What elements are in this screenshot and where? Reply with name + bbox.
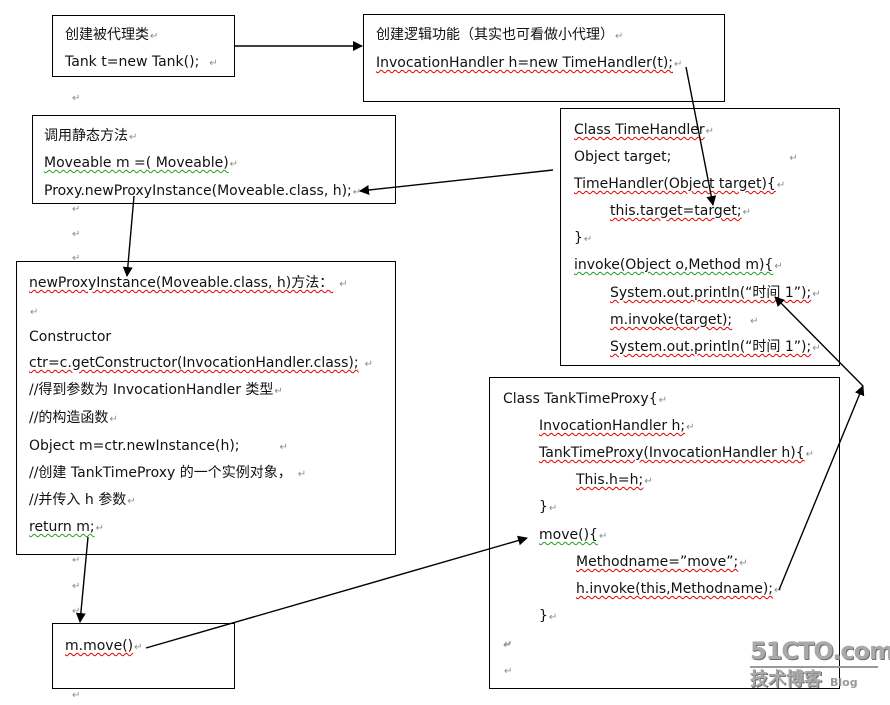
paragraph-mark: ↵ [503, 640, 512, 651]
paragraph-mark: ↵ [72, 555, 81, 566]
call-move-box: m.move()↵ [52, 623, 235, 689]
comment-line: //得到参数为 InvocationHandler 类型↵ [29, 382, 283, 398]
code-line: Constructor [29, 329, 112, 345]
code-line: System.out.println(“时间 1”);↵ [610, 339, 821, 355]
code-line: TankTimeProxy(InvocationHandler h){↵ [539, 445, 815, 461]
box-heading: 调用静态方法↵ [44, 128, 138, 144]
code-line: ctr=c.getConstructor(InvocationHandler.c… [29, 355, 373, 371]
code-line: h.invoke(this,Methodname);↵ [576, 581, 783, 597]
code-line: m.invoke(target); ↵ [610, 312, 759, 328]
paragraph-mark: ↵ [72, 93, 81, 104]
code-line: return m;↵ [29, 519, 105, 535]
code-line: System.out.println(“时间 1”);↵ [610, 285, 821, 301]
watermark-subtitle: 技术博客 [750, 669, 822, 690]
box-heading: newProxyInstance(Moveable.class, h)方法： ↵ [29, 275, 348, 291]
code-line: Tank t=new Tank(); ↵ [65, 54, 218, 70]
code-line: Class TimeHandler↵ [574, 122, 715, 138]
code-line: Object m=ctr.newInstance(h); ↵ [29, 438, 288, 454]
code-line: Proxy.newProxyInstance(Moveable.class, h… [44, 183, 362, 199]
code-line: TimeHandler(Object target){↵ [574, 176, 786, 192]
paragraph-mark: ↵ [72, 204, 81, 215]
watermark-logo: 51CTO.com 技术博客 Blog [750, 637, 890, 695]
paragraph-mark: ↵ [72, 606, 81, 617]
time-handler-class-box: Class TimeHandler↵ Object target; ↵ TimeH… [560, 108, 840, 366]
code-line: m.move()↵ [65, 638, 143, 654]
code-line: Methodname=”move”;↵ [576, 554, 748, 570]
comment-line: //并传入 h 参数↵ [29, 492, 136, 508]
code-line: invoke(Object o,Method m){↵ [574, 257, 783, 273]
code-line: InvocationHandler h=new TimeHandler(t);↵ [376, 55, 683, 71]
box-heading: 创建逻辑功能（其实也可看做小代理）↵ [376, 27, 624, 43]
paragraph-mark: ↵ [72, 690, 81, 701]
paragraph-mark: ↵ [72, 229, 81, 240]
code-line: ↵ [30, 307, 39, 318]
paragraph-mark: ↵ [72, 253, 81, 264]
watermark-site: 51CTO.com [750, 637, 890, 665]
watermark-tag: Blog [830, 676, 858, 689]
create-logic-box: 创建逻辑功能（其实也可看做小代理）↵ InvocationHandler h=n… [363, 14, 725, 102]
code-line: }↵ [539, 499, 558, 515]
comment-line: //的构造函数↵ [29, 410, 118, 426]
code-line: move(){↵ [539, 527, 608, 543]
paragraph-mark: ↵ [72, 581, 81, 592]
watermark-divider [750, 666, 878, 668]
create-proxied-class-box: 创建被代理类↵ Tank t=new Tank(); ↵ [52, 15, 235, 77]
code-line: Moveable m =( Moveable)↵ [44, 155, 239, 171]
code-line: This.h=h;↵ [576, 472, 653, 488]
new-proxy-instance-box: newProxyInstance(Moveable.class, h)方法： ↵ … [16, 261, 396, 555]
call-static-method-box: 调用静态方法↵ Moveable m =( Moveable)↵ Proxy.n… [32, 115, 396, 204]
code-line: }↵ [574, 230, 593, 246]
box-heading: 创建被代理类↵ [65, 27, 159, 43]
code-line: Class TankTimeProxy{↵ [503, 391, 667, 407]
code-line: Object target; ↵ [574, 149, 798, 165]
code-line: InvocationHandler h;↵ [539, 418, 695, 434]
empty-line: ↵ [504, 666, 513, 677]
code-line: this.target=target;↵ [610, 203, 751, 219]
code-line: }↵ [539, 608, 558, 624]
comment-line: //创建 TankTimeProxy 的一个实例对象， ↵ [29, 465, 307, 481]
